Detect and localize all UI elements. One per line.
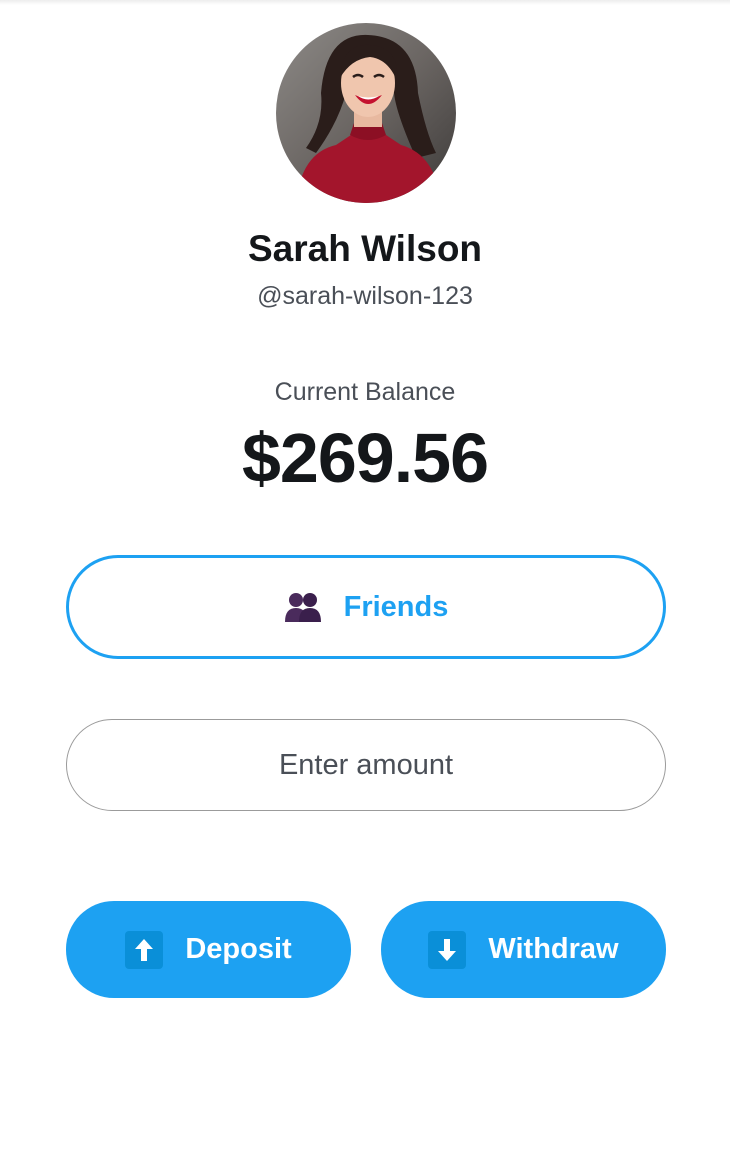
arrow-up-icon — [125, 930, 164, 969]
deposit-button[interactable]: Deposit — [66, 901, 351, 998]
deposit-button-label: Deposit — [185, 933, 292, 965]
balance-amount: $269.56 — [241, 419, 489, 497]
withdraw-button-label: Withdraw — [488, 933, 619, 965]
profile-handle: @sarah-wilson-123 — [257, 282, 473, 310]
amount-input[interactable] — [66, 719, 666, 811]
wallet-profile-page: Sarah Wilson @sarah-wilson-123 Current B… — [0, 0, 730, 1162]
arrow-down-icon — [428, 930, 467, 969]
balance-label: Current Balance — [274, 378, 456, 406]
top-shadow-bar — [0, 0, 730, 5]
withdraw-button[interactable]: Withdraw — [381, 901, 666, 998]
avatar — [276, 23, 456, 203]
friends-button[interactable]: Friends — [66, 555, 666, 659]
friends-button-label: Friends — [343, 590, 449, 623]
two-people-icon — [284, 591, 322, 623]
profile-name: Sarah Wilson — [247, 228, 483, 269]
